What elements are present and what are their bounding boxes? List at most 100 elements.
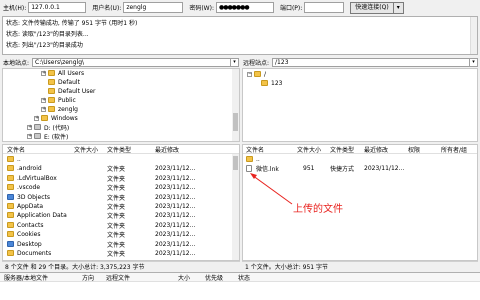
tree-item-label: 123: [271, 79, 283, 87]
column-header-modified[interactable]: 最近修改: [364, 145, 388, 154]
remote-path-bar: 远程站点: /123 ▾: [243, 57, 478, 67]
port-input[interactable]: [304, 2, 345, 13]
folder-icon: [254, 71, 261, 77]
local-list-header: 文件名 文件大小 文件类型 最近修改: [3, 145, 239, 154]
tree-item[interactable]: + All Users: [41, 69, 84, 77]
collapse-icon[interactable]: −: [247, 71, 252, 77]
column-header-permissions[interactable]: 权限: [408, 145, 420, 154]
chevron-down-icon: ▾: [472, 59, 475, 65]
table-row[interactable]: AppData 文件夹 2023/11/12...: [3, 202, 231, 211]
expand-icon[interactable]: +: [27, 124, 32, 130]
tree-item[interactable]: + D: (代码): [27, 123, 69, 132]
password-input[interactable]: ●●●●●●●: [215, 2, 274, 13]
cell-type: 文件夹: [107, 185, 126, 193]
tree-item[interactable]: 123: [261, 79, 282, 87]
tree-item-label: zenglg: [58, 105, 78, 113]
log-line: 状态: 文件传输成功, 传输了 951 字节 (用时1 秒): [6, 20, 138, 27]
host-input[interactable]: 127.0.0.1: [28, 2, 87, 13]
cell-modified: 2023/11/12...: [155, 240, 196, 248]
folder-icon: [48, 79, 55, 85]
folder-icon: [7, 240, 14, 247]
expand-icon[interactable]: +: [41, 97, 46, 103]
remote-path-input[interactable]: /123: [272, 57, 470, 67]
table-row[interactable]: .android 文件夹 2023/11/12...: [3, 164, 231, 173]
scrollbar-thumb[interactable]: [233, 113, 238, 131]
table-row[interactable]: Application Data 文件夹 2023/11/12...: [3, 211, 231, 220]
password-label: 密码(W):: [189, 5, 214, 12]
expand-icon[interactable]: +: [27, 133, 32, 139]
local-path-dropdown[interactable]: ▾: [231, 57, 239, 67]
quickconnect-button[interactable]: 快速连接(Q): [350, 1, 394, 14]
folder-icon: [261, 80, 268, 86]
column-header-name[interactable]: 文件名: [7, 145, 25, 154]
table-row[interactable]: Documents 文件夹 2023/11/12...: [3, 249, 231, 258]
table-row[interactable]: .vscode 文件夹 2023/11/12...: [3, 183, 231, 192]
cell-type: 文件夹: [107, 166, 126, 174]
local-path-bar: 本地站点: C:\Users\zenglg\ ▾: [3, 57, 239, 67]
cell-modified: 2023/11/12...: [155, 165, 196, 173]
remote-status: 1 个文件。大小总计: 951 字节: [242, 261, 478, 271]
table-row[interactable]: Desktop 文件夹 2023/11/12...: [3, 240, 231, 249]
folder-icon: [7, 174, 14, 181]
tree-item[interactable]: Default: [48, 78, 80, 86]
remote-tree: −/ 123: [242, 68, 478, 142]
local-tree-scrollbar[interactable]: [232, 69, 239, 141]
folder-icon: [48, 106, 55, 112]
column-header-size[interactable]: 大小: [178, 273, 190, 282]
table-row[interactable]: Contacts 文件夹 2023/11/12...: [3, 221, 231, 230]
column-header-size[interactable]: 文件大小: [74, 145, 98, 154]
column-header-size[interactable]: 文件大小: [297, 145, 321, 154]
quickconnect-bar: 主机(H): 127.0.0.1 用户名(U): zenglg 密码(W): ●…: [0, 0, 480, 15]
chevron-down-icon: ▾: [233, 59, 236, 65]
log-scrollbar[interactable]: [470, 17, 477, 54]
quickconnect-dropdown[interactable]: ▾: [393, 1, 404, 14]
local-list-scrollbar[interactable]: [232, 154, 239, 260]
remote-path-dropdown[interactable]: ▾: [470, 57, 478, 67]
tree-item[interactable]: − /: [247, 70, 266, 78]
tree-item-label: Windows: [51, 114, 78, 122]
tree-item[interactable]: + E: (软件): [27, 132, 68, 141]
expand-icon[interactable]: +: [34, 115, 39, 121]
table-row[interactable]: ..: [3, 155, 231, 164]
user-label: 用户名(U):: [92, 5, 122, 12]
local-path-input[interactable]: C:\Users\zenglg\: [32, 57, 231, 67]
table-row[interactable]: .LdVirtualBox 文件夹 2023/11/12...: [3, 174, 231, 183]
cell-modified: 2023/11/12...: [155, 221, 196, 229]
arrow-line: [251, 174, 293, 205]
cell-name: Contacts: [17, 221, 44, 229]
cell-type: 文件夹: [107, 222, 126, 230]
cell-name: 3D Objects: [17, 193, 51, 201]
column-header-type[interactable]: 文件类型: [330, 145, 354, 154]
table-row[interactable]: 3D Objects 文件夹 2023/11/12...: [3, 193, 231, 202]
column-header-type[interactable]: 文件类型: [107, 145, 131, 154]
tree-item[interactable]: + zenglg: [41, 105, 78, 113]
cell-name: .android: [17, 165, 42, 173]
column-header-name[interactable]: 文件名: [246, 145, 264, 154]
table-row[interactable]: Cookies 文件夹 2023/11/12...: [3, 230, 231, 239]
column-header-direction[interactable]: 方向: [82, 273, 94, 282]
column-header-modified[interactable]: 最近修改: [155, 145, 179, 154]
expand-icon[interactable]: +: [41, 70, 46, 76]
column-header-owner[interactable]: 所有者/组: [441, 145, 467, 154]
drive-icon: [34, 133, 41, 139]
scrollbar-thumb[interactable]: [233, 156, 238, 170]
expand-icon[interactable]: +: [41, 106, 46, 112]
folder-icon: [48, 88, 55, 94]
column-header-status[interactable]: 状态: [238, 273, 250, 282]
username-input[interactable]: zenglg: [123, 2, 184, 13]
tree-item[interactable]: + Windows: [34, 114, 78, 122]
folder-icon: [7, 212, 14, 219]
cell-type: 文件夹: [107, 194, 126, 202]
cell-name: Desktop: [17, 240, 42, 248]
tree-item[interactable]: Default User: [48, 87, 96, 95]
column-header-priority[interactable]: 优先级: [205, 273, 223, 282]
cell-modified: 2023/11/12...: [155, 231, 196, 239]
column-header-remote-file[interactable]: 远程文件: [106, 273, 130, 282]
remote-list-header: 文件名 文件大小 文件类型 最近修改 权限 所有者/组: [243, 145, 477, 154]
annotation-text: 上传的文件: [293, 204, 343, 215]
folder-icon: [7, 203, 14, 209]
tree-item-label: All Users: [58, 69, 85, 77]
tree-item[interactable]: + Public: [41, 96, 76, 104]
tree-item-label: /: [264, 70, 267, 78]
column-header-server-local[interactable]: 服务器/本地文件: [4, 273, 48, 282]
